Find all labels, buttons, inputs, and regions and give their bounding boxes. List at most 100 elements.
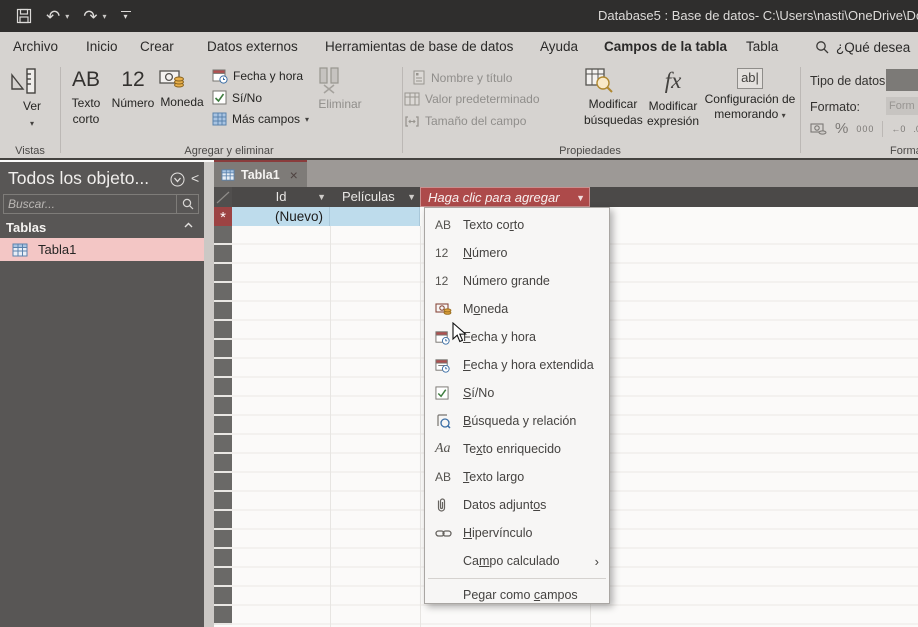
row-selector[interactable] [214, 378, 232, 397]
row-selector[interactable] [214, 321, 232, 340]
tab-inicio[interactable]: Inicio [83, 32, 121, 62]
save-icon[interactable] [16, 8, 32, 24]
undo-dropdown-icon[interactable]: ▾ [65, 12, 69, 21]
column-header-peliculas[interactable]: Películas ▼ [330, 187, 420, 207]
tab-tabla[interactable]: Tabla [743, 32, 781, 62]
cell-id-new[interactable]: (Nuevo) [232, 207, 330, 226]
menu-item-busqueda-relacion[interactable]: Búsqueda y relación [425, 407, 609, 435]
menu-item-texto-largo[interactable]: AB Texto largo [425, 463, 609, 491]
menu-item-si-no[interactable]: Sí/No [425, 379, 609, 407]
row-selector[interactable] [214, 359, 232, 378]
menu-item-numero-grande[interactable]: 12 Número grande [425, 267, 609, 295]
new-record-selector[interactable]: * [214, 207, 232, 226]
tab-crear[interactable]: Crear [137, 32, 177, 62]
apply-currency-icon[interactable] [810, 122, 827, 136]
field-size-button[interactable]: Tamaño del campo [404, 114, 526, 128]
menu-item-numero[interactable]: 12 Número [425, 239, 609, 267]
yes-no-button[interactable]: Sí/No [212, 90, 262, 105]
row-selector[interactable] [214, 606, 232, 625]
tab-ayuda[interactable]: Ayuda [537, 32, 581, 62]
increase-decimals-icon[interactable]: .00 [913, 124, 918, 134]
row-selector[interactable] [214, 283, 232, 302]
date-time-button[interactable]: Fecha y hora [212, 68, 303, 84]
row-selector[interactable] [214, 587, 232, 606]
cell-peliculas-new[interactable] [330, 207, 420, 226]
tab-datos-externos[interactable]: Datos externos [204, 32, 301, 62]
table-row[interactable] [214, 606, 918, 625]
row-selector[interactable] [214, 549, 232, 568]
menu-item-moneda[interactable]: Moneda [425, 295, 609, 323]
menu-item-campo-calculado[interactable]: Campo calculado › [425, 547, 609, 575]
row-selector[interactable] [214, 511, 232, 530]
default-value-button[interactable]: Valor predeterminado [404, 92, 540, 106]
undo-button[interactable]: ↶ [46, 8, 60, 25]
row-selector[interactable] [214, 454, 232, 473]
nav-pane-title[interactable]: Todos los objeto... [8, 168, 149, 189]
nav-search-icon[interactable] [176, 195, 198, 213]
tab-herramientas[interactable]: Herramientas de base de datos [322, 32, 516, 62]
menu-item-datos-adjuntos[interactable]: Datos adjuntos [425, 491, 609, 519]
menu-item-hipervinculo[interactable]: Hipervínculo [425, 519, 609, 547]
redo-button[interactable]: ↷ [83, 8, 97, 25]
row-selector[interactable] [214, 492, 232, 511]
close-icon[interactable]: × [290, 167, 298, 183]
add-field-dropdown-icon[interactable]: ▼ [576, 188, 585, 208]
tab-archivo[interactable]: Archivo [10, 32, 61, 62]
lookup-table-icon [584, 66, 642, 94]
short-text-button[interactable]: AB Texto corto [64, 64, 108, 127]
row-selector[interactable] [214, 340, 232, 359]
thousands-separator-icon[interactable]: 000 [856, 124, 874, 134]
currency-button[interactable]: Moneda [158, 64, 206, 111]
menu-item-texto-corto[interactable]: AB Texto corto [425, 211, 609, 239]
name-caption-icon [412, 70, 426, 85]
date-time-extended-icon [435, 358, 463, 373]
number-button[interactable]: 12 Número [108, 64, 158, 112]
row-selector[interactable] [214, 397, 232, 416]
customize-qat-icon[interactable]: ▾ [120, 11, 131, 21]
decrease-decimals-icon[interactable]: ←0 [891, 124, 905, 134]
percent-icon[interactable]: % [835, 120, 848, 137]
tab-campos-de-la-tabla[interactable]: Campos de la tabla [601, 32, 731, 65]
search-input[interactable] [4, 195, 176, 213]
memo-settings-button[interactable]: ab| Configuración de memorando ▾ [704, 64, 796, 123]
rich-text-icon: Aa [435, 441, 451, 456]
more-fields-button[interactable]: Más campos ▾ [212, 112, 309, 126]
filter-dropdown-icon[interactable]: ▼ [407, 187, 416, 207]
menu-item-fecha-extendida[interactable]: Fecha y hora extendida [425, 351, 609, 379]
nav-section-tablas[interactable]: Tablas [0, 217, 204, 238]
pane-divider[interactable] [204, 162, 214, 627]
format-input[interactable]: Form [886, 97, 918, 115]
column-header-add-field[interactable]: Haga clic para agregar ▼ [420, 187, 590, 207]
nav-menu-icon[interactable] [170, 172, 185, 187]
yes-no-icon [212, 90, 227, 105]
row-selector[interactable] [214, 264, 232, 283]
menu-item-pegar-como-campos[interactable]: Pegar como campos [425, 582, 609, 608]
modify-lookups-button[interactable]: Modificar búsquedas [584, 64, 643, 128]
row-selector[interactable] [214, 473, 232, 492]
row-selector[interactable] [214, 226, 232, 245]
view-button[interactable]: Ver ▾ [8, 64, 56, 130]
row-selector[interactable] [214, 245, 232, 264]
select-all-cell[interactable] [214, 187, 232, 207]
menu-item-texto-enriquecido[interactable]: Aa Texto enriquecido [425, 435, 609, 463]
column-header-id[interactable]: Id ▼ [232, 187, 330, 207]
filter-dropdown-icon[interactable]: ▼ [317, 187, 326, 207]
name-caption-button[interactable]: Nombre y título [412, 70, 512, 85]
row-selector[interactable] [214, 530, 232, 549]
delete-button[interactable]: Eliminar [314, 64, 366, 113]
modify-expression-button[interactable]: fx Modificar expresión [644, 64, 702, 130]
row-selector[interactable] [214, 416, 232, 435]
row-selector[interactable] [214, 302, 232, 321]
view-label: Ver [22, 99, 41, 113]
yes-no-icon [435, 386, 463, 400]
redo-dropdown-icon[interactable]: ▾ [103, 12, 107, 21]
delete-label: Eliminar [318, 97, 362, 111]
tell-me-search[interactable]: ¿Qué desea [815, 32, 910, 62]
document-tab-tabla1[interactable]: Tabla1 × [214, 160, 307, 187]
nav-item-tabla1[interactable]: Tabla1 [0, 238, 204, 261]
data-type-select[interactable] [886, 69, 918, 91]
collapse-section-icon[interactable] [183, 220, 194, 231]
shutter-collapse-icon[interactable]: < [191, 170, 199, 186]
row-selector[interactable] [214, 568, 232, 587]
row-selector[interactable] [214, 435, 232, 454]
